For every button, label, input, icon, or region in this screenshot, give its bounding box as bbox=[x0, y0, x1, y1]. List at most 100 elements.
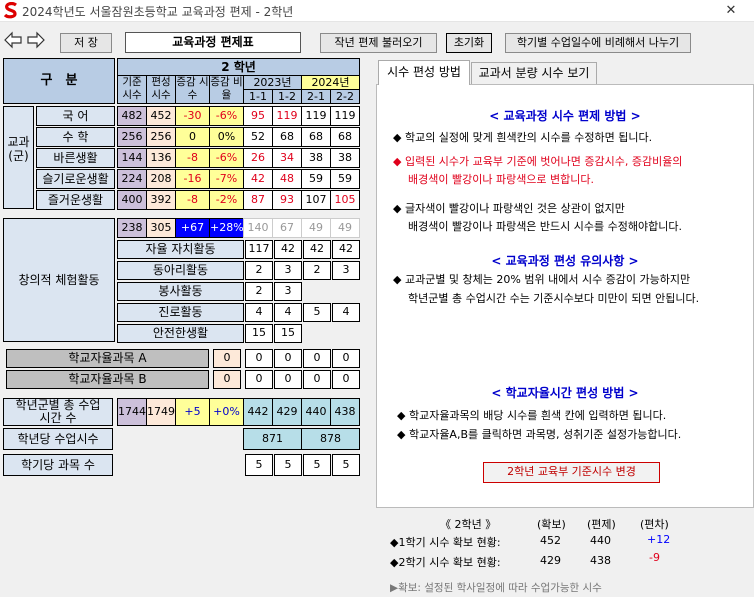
summary-sem1-plan: 440 bbox=[590, 534, 611, 547]
school-subject-a-sem-2023-2[interactable]: 0 bbox=[274, 349, 302, 368]
total-sem-2024-2: 438 bbox=[330, 398, 360, 426]
summary-sem2-diff: -9 bbox=[649, 551, 660, 564]
guide-bullet-color-1: ◆ 글자색이 빨강이나 파랑색인 것은 상관이 없지만 bbox=[393, 202, 625, 215]
total-delta-hours: +5 bbox=[175, 398, 210, 426]
back-button[interactable] bbox=[3, 30, 23, 50]
subject-sem-2023-2[interactable]: 119 bbox=[272, 106, 302, 126]
subject-delta-hours: -8 bbox=[175, 148, 210, 168]
creative-item-s1[interactable]: 15 bbox=[245, 324, 273, 343]
creative-item-s3[interactable]: 42 bbox=[303, 240, 331, 259]
tab-allocation-method[interactable]: 시수 편성 방법 bbox=[378, 60, 470, 85]
subject-sem-2024-2[interactable]: 105 bbox=[330, 190, 360, 210]
subject-sem-2023-1[interactable]: 95 bbox=[243, 106, 273, 126]
right-arrow-icon bbox=[27, 31, 45, 49]
subject-sem-2024-1[interactable]: 59 bbox=[301, 169, 331, 189]
creative-item-s4[interactable]: 42 bbox=[332, 240, 360, 259]
guide-heading-autonomous: < 학교자율시간 편성 방법 > bbox=[491, 386, 639, 400]
window-title: 2024학년도 서울잠원초등학교 교육과정 편제 - 2학년 bbox=[22, 5, 294, 19]
creative-item-s2[interactable]: 15 bbox=[274, 324, 302, 343]
creative-item-s2[interactable]: 42 bbox=[274, 240, 302, 259]
subject-sem-2024-2[interactable]: 119 bbox=[330, 106, 360, 126]
subject-sem-2023-1[interactable]: 26 bbox=[243, 148, 273, 168]
creative-item-s2[interactable]: 3 bbox=[274, 282, 302, 301]
summary-sem1-label: ◆1학기 시수 확보 현황: bbox=[390, 536, 501, 549]
creative-plan-hours: 305 bbox=[146, 218, 176, 238]
subjects-count-sem-2024-1: 5 bbox=[303, 454, 331, 476]
school-subject-a-sem-2023-1[interactable]: 0 bbox=[245, 349, 273, 368]
subject-delta-hours: -8 bbox=[175, 190, 210, 210]
school-subject-a-button[interactable]: 학교자율과목 A bbox=[6, 349, 209, 368]
subject-base-hours: 400 bbox=[117, 190, 147, 210]
subject-delta-hours: -30 bbox=[175, 106, 210, 126]
left-arrow-icon bbox=[4, 31, 22, 49]
forward-button[interactable] bbox=[26, 30, 46, 50]
subject-sem-2023-1[interactable]: 87 bbox=[243, 190, 273, 210]
creative-sem-2024-2: 49 bbox=[330, 218, 360, 238]
summary-sem2-secured: 429 bbox=[540, 554, 561, 567]
creative-item-s2[interactable]: 3 bbox=[274, 261, 302, 280]
school-subject-a-sem-2024-2[interactable]: 0 bbox=[332, 349, 360, 368]
close-button[interactable]: ✕ bbox=[708, 0, 754, 22]
school-subject-b-sem-2024-1[interactable]: 0 bbox=[303, 370, 331, 389]
subject-plan-hours: 208 bbox=[146, 169, 176, 189]
guide-bullet-autonomous-2: ◆ 학교자율A,B를 클릭하면 과목명, 성취기준 설정가능합니다. bbox=[397, 428, 682, 441]
import-last-year-button[interactable]: 작년 편제 불러오기 bbox=[320, 33, 437, 53]
creative-sem-2023-2: 67 bbox=[272, 218, 302, 238]
summary-sem1-diff: +12 bbox=[647, 533, 671, 546]
creative-item-s1[interactable]: 2 bbox=[245, 261, 273, 280]
creative-item-s1[interactable]: 2 bbox=[245, 282, 273, 301]
subject-sem-2024-2[interactable]: 59 bbox=[330, 169, 360, 189]
subject-sem-2024-1[interactable]: 107 bbox=[301, 190, 331, 210]
title-bar: 2024학년도 서울잠원초등학교 교육과정 편제 - 2학년 ✕ bbox=[0, 0, 754, 22]
creative-item-s3[interactable]: 2 bbox=[303, 261, 331, 280]
subject-sem-2023-1[interactable]: 42 bbox=[243, 169, 273, 189]
creative-item-s1[interactable]: 117 bbox=[245, 240, 273, 259]
guide-heading-method: < 교육과정 시수 편제 방법 > bbox=[489, 109, 641, 123]
subject-name: 수 학 bbox=[36, 127, 115, 147]
guide-bullet-autonomous-1: ◆ 학교자율과목의 배당 시수를 흰색 칸에 입력하면 됩니다. bbox=[397, 409, 667, 422]
total-base-hours: 1744 bbox=[117, 398, 147, 426]
summary-secured-header: (확보) bbox=[537, 518, 566, 531]
summary-sem2-plan: 438 bbox=[590, 554, 611, 567]
subject-group-label: 교과 (군) bbox=[3, 106, 34, 209]
creative-item-s1[interactable]: 4 bbox=[245, 303, 273, 322]
creative-delta-hours: +67 bbox=[175, 218, 210, 238]
sem-2023-1-header: 1-1 bbox=[243, 89, 273, 104]
guide-panel: < 교육과정 시수 편제 방법 > ◆ 학교의 실정에 맞게 흰색칸의 시수를 … bbox=[376, 84, 754, 508]
subject-delta-ratio: -6% bbox=[209, 148, 244, 168]
subject-delta-ratio: 0% bbox=[209, 127, 244, 147]
summary-grade: 《 2학년 》 bbox=[440, 518, 497, 531]
guide-bullet-edit: ◆ 학교의 실정에 맞게 흰색칸의 시수를 수정하면 됩니다. bbox=[393, 131, 653, 144]
subjects-per-semester-label: 학기당 과목 수 bbox=[3, 454, 113, 476]
subject-sem-2024-2[interactable]: 38 bbox=[330, 148, 360, 168]
subject-sem-2024-2[interactable]: 68 bbox=[330, 127, 360, 147]
school-subject-b-sem-2023-1[interactable]: 0 bbox=[245, 370, 273, 389]
subject-name: 바른생활 bbox=[36, 148, 115, 168]
distribute-by-days-button[interactable]: 학기별 수업일수에 비례해서 나누기 bbox=[505, 33, 691, 53]
school-subject-a-sem-2024-1[interactable]: 0 bbox=[303, 349, 331, 368]
subject-sem-2023-2[interactable]: 68 bbox=[272, 127, 302, 147]
creative-item-s2[interactable]: 4 bbox=[274, 303, 302, 322]
creative-item-name: 동아리활동 bbox=[117, 261, 244, 280]
school-subject-b-button[interactable]: 학교자율과목 B bbox=[6, 370, 209, 389]
change-standard-hours-button[interactable]: 2학년 교육부 기준시수 변경 bbox=[483, 462, 660, 483]
save-button[interactable]: 저 장 bbox=[60, 33, 112, 53]
total-hours-label: 학년군별 총 수업시간 수 bbox=[3, 398, 113, 426]
tab-textbook-hours[interactable]: 교과서 분량 시수 보기 bbox=[471, 62, 597, 84]
subject-sem-2023-2[interactable]: 48 bbox=[272, 169, 302, 189]
creative-item-s4[interactable]: 4 bbox=[332, 303, 360, 322]
subject-sem-2023-2[interactable]: 34 bbox=[272, 148, 302, 168]
reset-button[interactable]: 초기화 bbox=[446, 33, 492, 53]
creative-item-s3[interactable]: 5 bbox=[303, 303, 331, 322]
subject-name: 국 어 bbox=[36, 106, 115, 126]
subject-sem-2024-1[interactable]: 68 bbox=[301, 127, 331, 147]
school-subject-b-sem-2023-2[interactable]: 0 bbox=[274, 370, 302, 389]
subject-sem-2023-2[interactable]: 93 bbox=[272, 190, 302, 210]
subject-sem-2024-1[interactable]: 119 bbox=[301, 106, 331, 126]
school-subject-b-sem-2024-2[interactable]: 0 bbox=[332, 370, 360, 389]
subjects-count-sem-2024-2: 5 bbox=[332, 454, 360, 476]
yearly-hours-label: 학년당 수업시수 bbox=[3, 428, 113, 450]
creative-item-s4[interactable]: 3 bbox=[332, 261, 360, 280]
subject-sem-2023-1[interactable]: 52 bbox=[243, 127, 273, 147]
subject-sem-2024-1[interactable]: 38 bbox=[301, 148, 331, 168]
